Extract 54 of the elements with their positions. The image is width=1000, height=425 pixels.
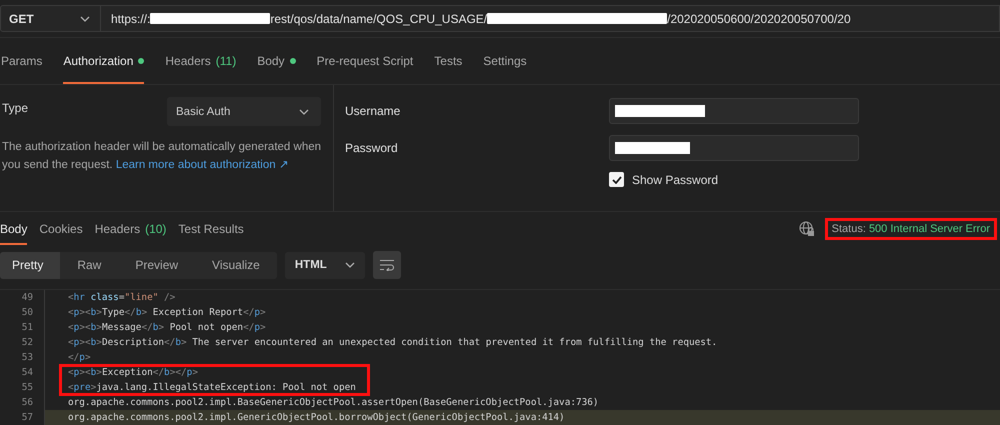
line-number: 49 <box>0 290 45 305</box>
learn-more-link[interactable]: Learn more about authorization ↗ <box>116 159 289 171</box>
globe-lock-icon <box>798 220 815 236</box>
line-number: 53 <box>0 350 45 365</box>
line-number: 54 <box>0 365 45 380</box>
line-number: 55 <box>0 380 45 395</box>
line-number: 51 <box>0 320 45 335</box>
tab[interactable]: Params <box>1 38 42 84</box>
tab[interactable]: Settings <box>483 38 527 84</box>
tab[interactable]: Body <box>0 212 28 245</box>
format-dropdown[interactable]: HTML <box>284 252 365 278</box>
line-number: 50 <box>0 305 45 320</box>
view-mode-tab[interactable]: Visualize <box>195 252 277 278</box>
input-field[interactable] <box>609 135 859 161</box>
tab[interactable]: Authorization <box>63 38 144 84</box>
auth-type-dropdown[interactable]: Basic Auth <box>167 97 321 126</box>
status-dot <box>290 58 296 64</box>
code-line: org.apache.commons.pool2.impl.BaseGenericObjectPool.assertOpen(BaseGenericObjectPool.java:736) <box>67 396 600 410</box>
code-line: <hr class="line" /> <box>67 291 176 305</box>
line-number: 56 <box>0 395 45 410</box>
code-line: <pre>java.lang.IllegalStateException: Pool not open <box>67 381 357 395</box>
field-label: Username <box>345 104 402 118</box>
view-mode-tab[interactable]: Pretty <box>0 252 60 278</box>
tab[interactable]: Headers (10) <box>94 212 166 245</box>
tab[interactable]: Tests <box>434 38 462 84</box>
input-field[interactable] <box>609 98 859 124</box>
chevron-down-icon <box>299 108 309 114</box>
tab[interactable]: Body <box>257 38 296 84</box>
method-dropdown[interactable]: GET <box>0 5 101 32</box>
view-mode-tab[interactable]: Raw <box>60 252 118 278</box>
type-label: Type <box>2 101 28 115</box>
wrap-icon <box>378 259 395 271</box>
tab[interactable]: Headers (11) <box>165 38 236 84</box>
checkmark-icon <box>612 176 622 184</box>
code-line: <p><b>Description</b> The server encountered an unexpected condition that prevented it from fulfilling the request. <box>67 336 718 350</box>
chevron-down-icon <box>80 16 90 22</box>
wrap-lines-button[interactable] <box>372 251 401 279</box>
checkbox[interactable] <box>609 172 624 187</box>
checkbox-label: Show Password <box>632 172 718 186</box>
url-field[interactable]: https://: rest/qos/data/name/QOS_CPU_USAGE/ /202020050600/202020050700/20 <box>101 5 1000 32</box>
line-number: 52 <box>0 335 45 350</box>
code-line: <p><b>Exception</b></p> <box>67 366 199 380</box>
field-label: Password <box>345 141 399 155</box>
code-line: <p><b>Message</b> Pool not open</p> <box>67 321 267 335</box>
chevron-down-icon <box>344 262 355 268</box>
tab[interactable]: Pre-request Script <box>316 38 414 84</box>
tab[interactable]: Cookies <box>39 212 83 245</box>
status-text: Status: 500 Internal Server Error <box>824 218 997 240</box>
view-mode-tab[interactable]: Preview <box>118 252 196 278</box>
tab[interactable]: Test Results <box>178 212 244 245</box>
description-text: The authorization header will be automatically generated when you send the request. Learn more about authorization ↗ <box>2 140 322 173</box>
status-dot <box>138 58 144 64</box>
code-line: </p> <box>67 351 92 365</box>
code-line: <p><b>Type</b> Exception Report</p> <box>67 306 267 320</box>
